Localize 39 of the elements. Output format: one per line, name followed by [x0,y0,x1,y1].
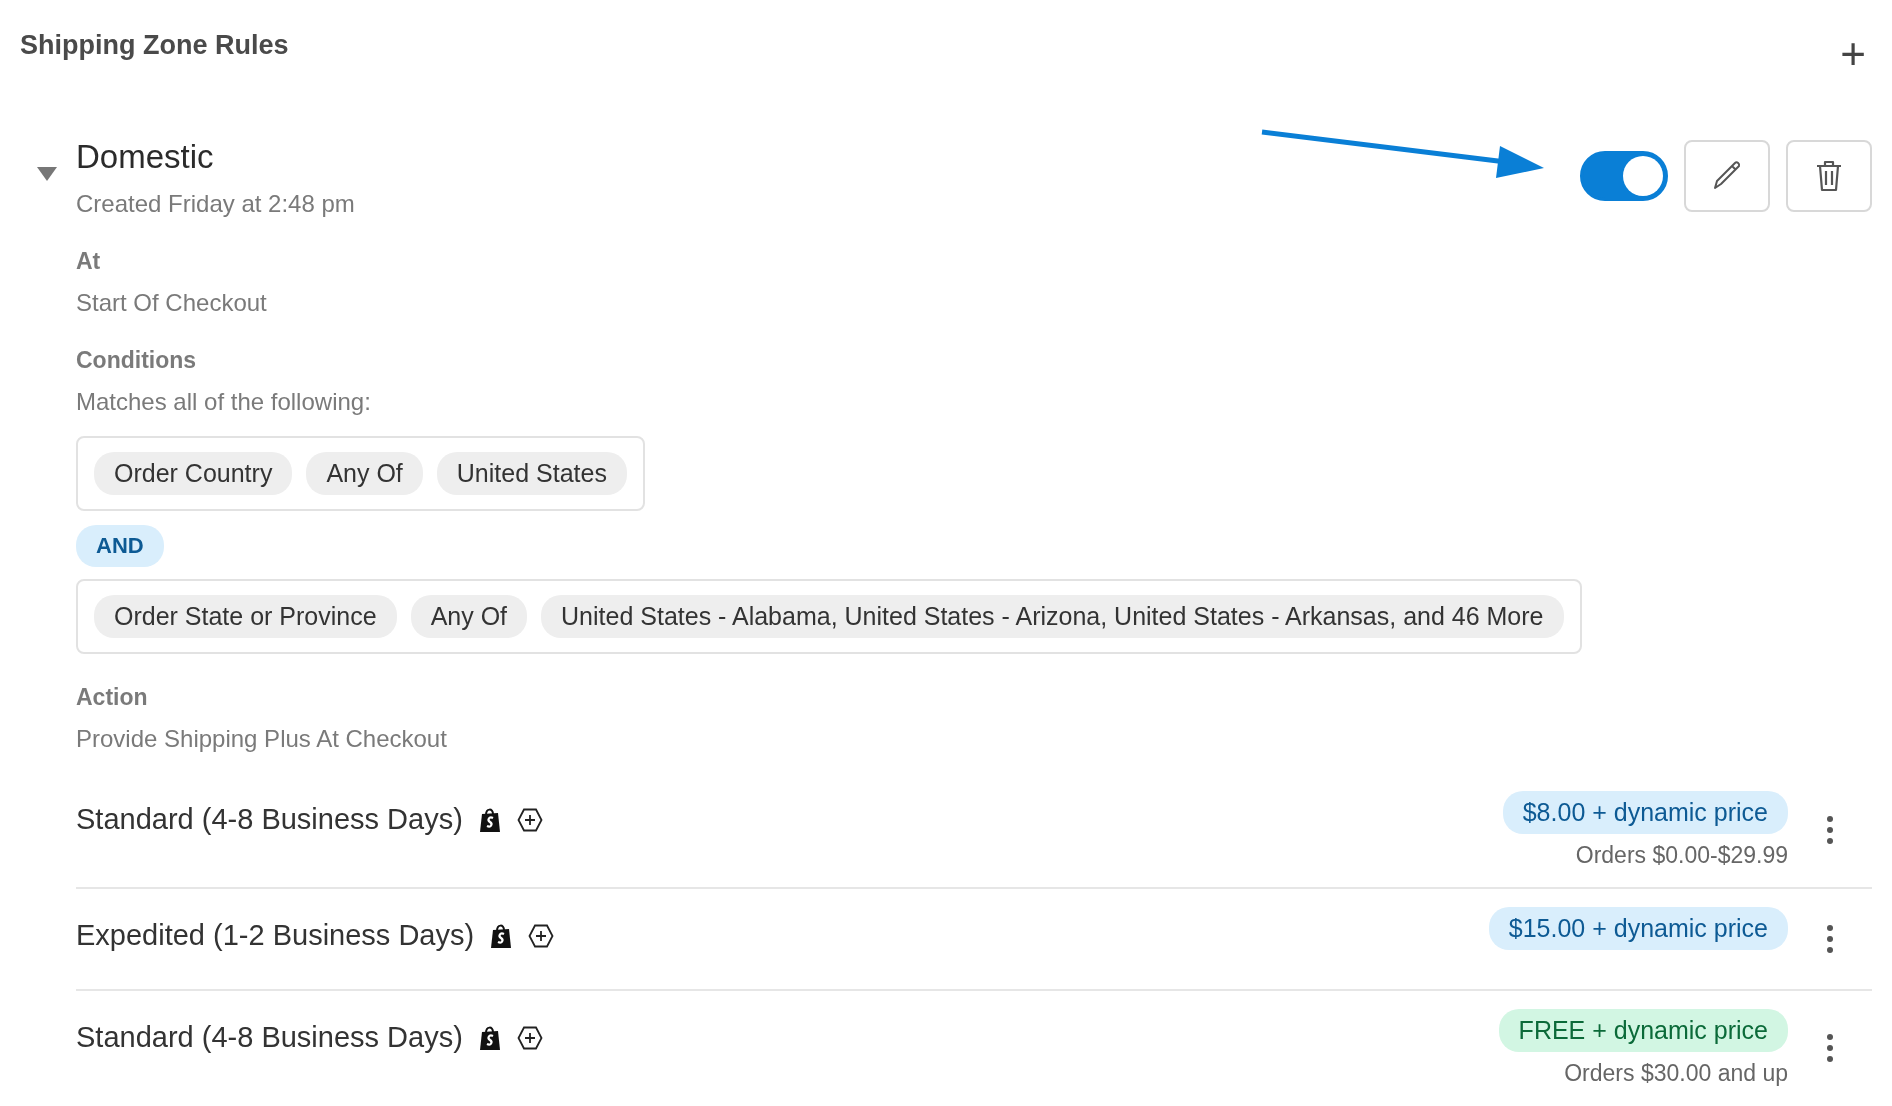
shopping-bag-icon [490,922,513,949]
section-label: Conditions [76,347,198,374]
trash-icon [1814,159,1844,193]
shipping-method-name: Standard (4-8 Business Days) [76,803,463,836]
hexagon-plus-icon[interactable] [516,807,543,832]
more-menu-icon[interactable] [1826,1033,1834,1063]
match-summary: Matches all of the following: [76,388,372,416]
shopping-bag-icon [478,1024,501,1051]
rule-name: Domestic [76,138,215,176]
condition-chip: Order Country [94,452,293,495]
condition-chip: Order State or Province [94,595,397,638]
condition-chip: United States - Alabama, United States - Arizona, United States - Arkansas, and 46 More [541,595,1564,638]
delete-button[interactable] [1786,140,1872,212]
condition-chip: Any Of [410,595,528,638]
price-badge: FREE + dynamic price [1498,1009,1788,1052]
trigger-value: Start Of Checkout [76,289,268,317]
created-date: Created Friday at 2:48 pm [76,190,355,218]
section-label: Action [76,684,149,711]
price-badge: $15.00 + dynamic price [1488,907,1788,950]
condition-chip: Any Of [306,452,423,495]
edit-button[interactable] [1684,140,1770,212]
shipping-method-name: Standard (4-8 Business Days) [76,1021,463,1054]
page-title: Shipping Zone Rules [20,30,289,61]
shipping-method-name: Expedited (1-2 Business Days) [76,919,475,952]
section-label: At [76,248,102,275]
more-menu-icon[interactable] [1826,815,1834,845]
hexagon-plus-icon[interactable] [528,923,555,948]
add-button[interactable]: + [1834,32,1872,76]
collapse-caret-icon[interactable] [36,166,58,182]
and-connector: AND [76,525,164,567]
hexagon-plus-icon[interactable] [516,1025,543,1050]
order-range: Orders $0.00-$29.99 [1575,842,1788,869]
condition-chip: United States [436,452,627,495]
enable-toggle[interactable] [1580,151,1668,201]
price-badge: $8.00 + dynamic price [1502,791,1788,834]
shopping-bag-icon [478,806,501,833]
more-menu-icon[interactable] [1826,924,1834,954]
order-range: Orders $30.00 and up [1564,1060,1788,1087]
action-value: Provide Shipping Plus At Checkout [76,725,448,753]
